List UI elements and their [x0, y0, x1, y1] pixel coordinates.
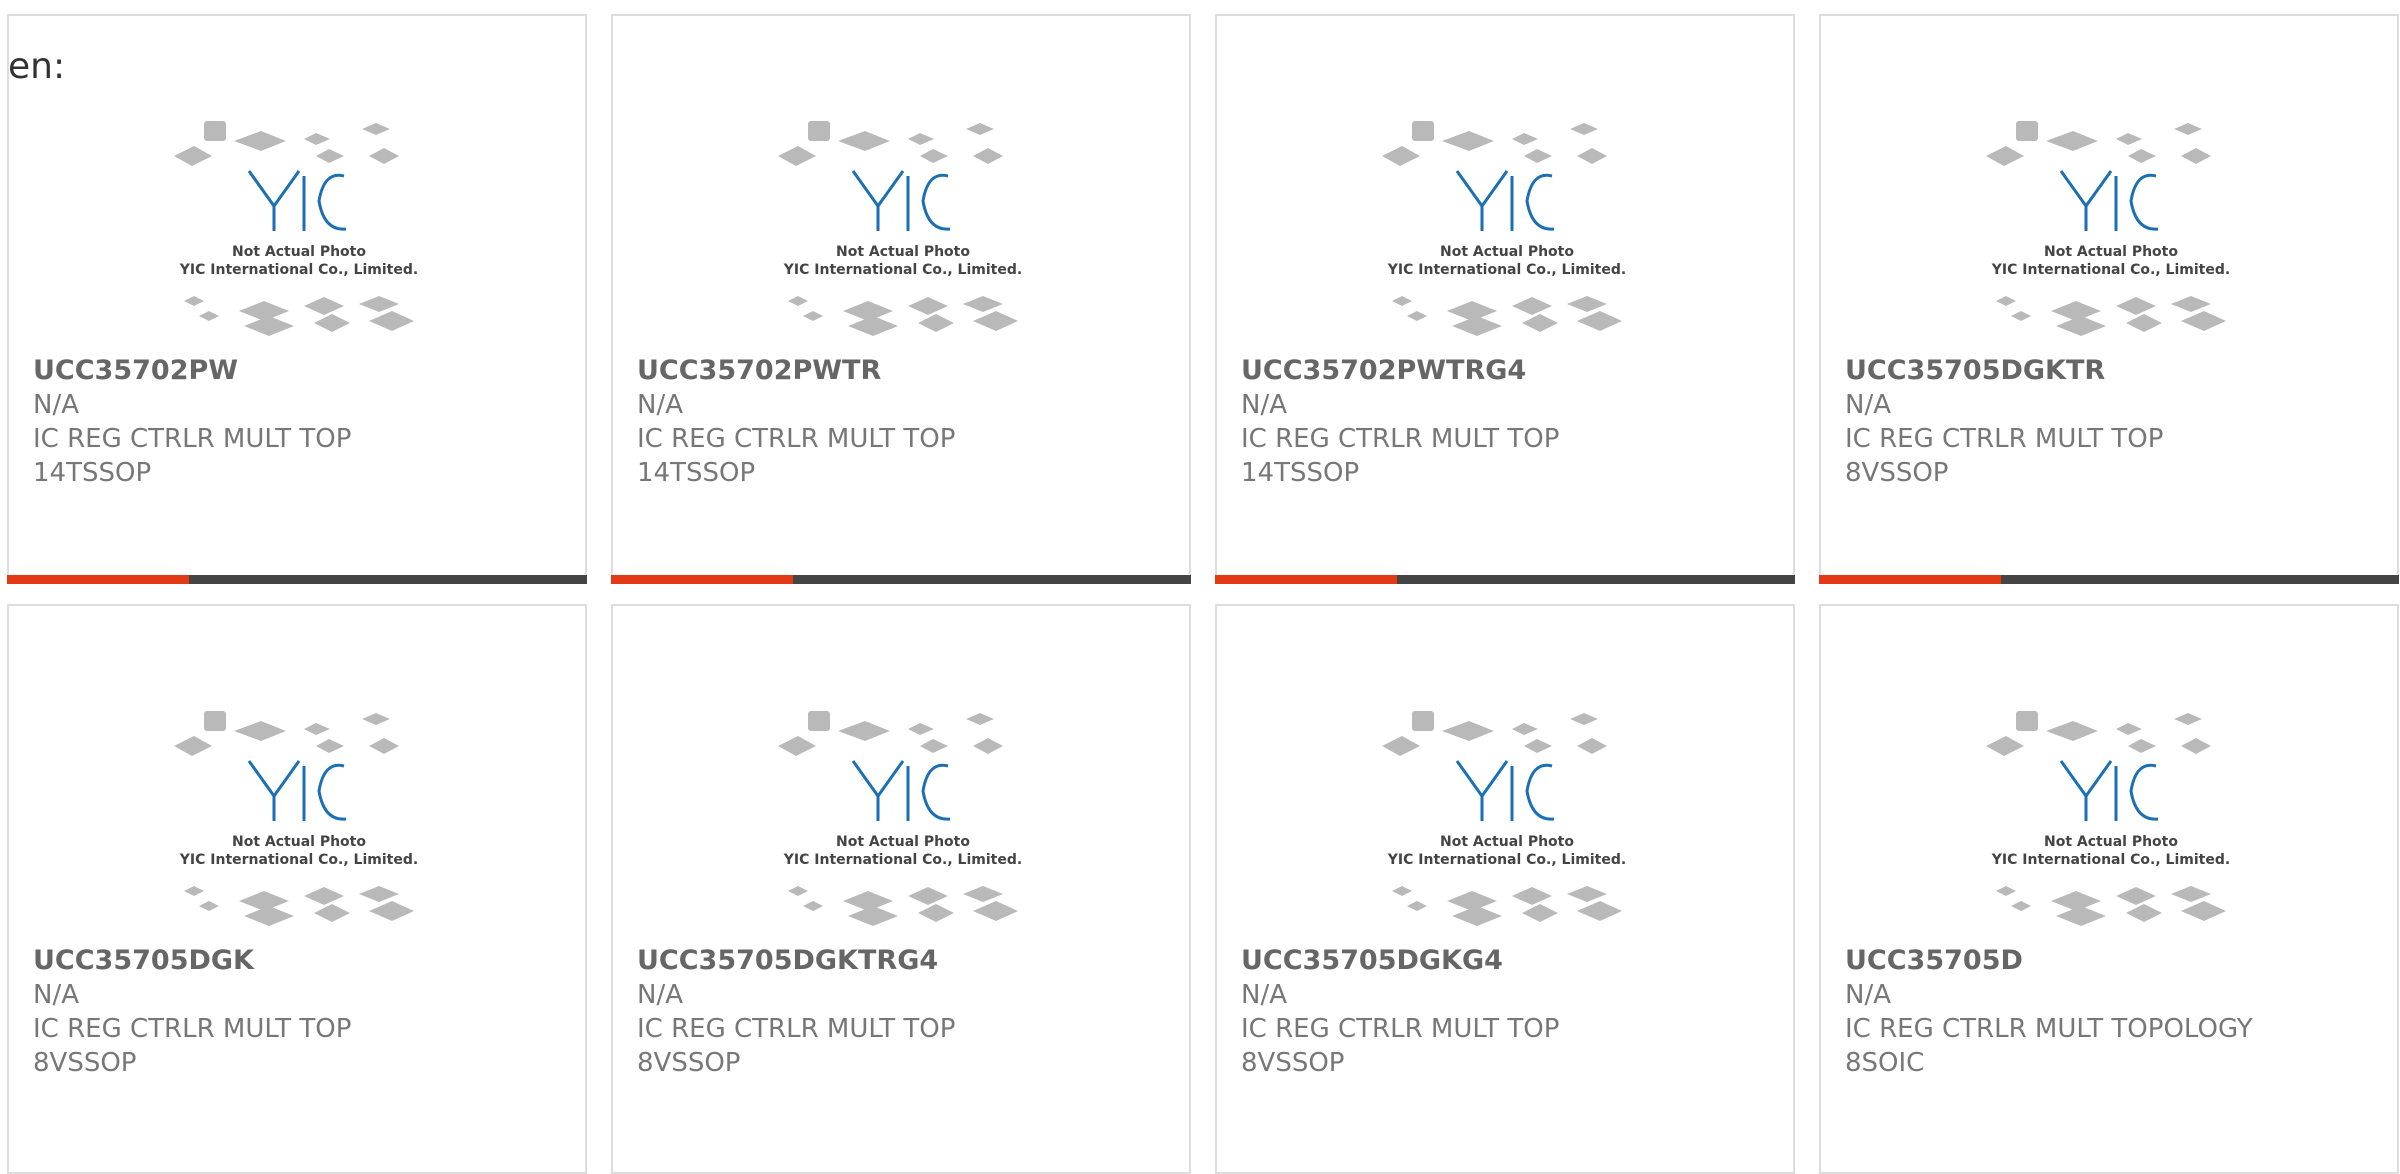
part-number-link[interactable]: UCC35705DGKTR	[1845, 354, 2387, 388]
product-placeholder-image: Not Actual Photo YIC International Co., …	[778, 711, 1022, 926]
description: IC REG CTRLR MULT TOPOLOGY	[1845, 1014, 2253, 1044]
not-actual-photo-caption: Not Actual Photo	[2044, 244, 2178, 260]
product-info: UCC35705DGK N/A IC REG CTRLR MULT TOP 8V…	[33, 944, 575, 1080]
part-number-link[interactable]: UCC35702PW	[33, 354, 575, 388]
product-placeholder-image: Not Actual Photo YIC International Co., …	[174, 121, 418, 336]
company-caption: YIC International Co., Limited.	[1991, 852, 2230, 868]
part-number-link[interactable]: UCC35705D	[1845, 944, 2387, 978]
part-number-link[interactable]: UCC35705DGK	[33, 944, 575, 978]
manufacturer: N/A	[637, 980, 683, 1010]
company-caption: YIC International Co., Limited.	[783, 852, 1022, 868]
manufacturer: N/A	[1845, 390, 1891, 420]
company-caption: YIC International Co., Limited.	[1991, 262, 2230, 278]
description: IC REG CTRLR MULT TOP	[637, 424, 956, 454]
description: IC REG CTRLR MULT TOP	[33, 424, 352, 454]
description: IC REG CTRLR MULT TOP	[1845, 424, 2164, 454]
manufacturer: N/A	[33, 980, 79, 1010]
manufacturer: N/A	[33, 390, 79, 420]
not-actual-photo-caption: Not Actual Photo	[1440, 834, 1574, 850]
card-accent-bar	[7, 575, 587, 584]
manufacturer: N/A	[1845, 980, 1891, 1010]
product-card[interactable]: Not Actual Photo YIC International Co., …	[7, 14, 587, 584]
company-caption: YIC International Co., Limited.	[1387, 262, 1626, 278]
company-caption: YIC International Co., Limited.	[783, 262, 1022, 278]
product-placeholder-image: Not Actual Photo YIC International Co., …	[1986, 121, 2230, 336]
part-number-link[interactable]: UCC35705DGKG4	[1241, 944, 1783, 978]
product-placeholder-image: Not Actual Photo YIC International Co., …	[778, 121, 1022, 336]
description: IC REG CTRLR MULT TOP	[1241, 1014, 1560, 1044]
product-info: UCC35705DGKTR N/A IC REG CTRLR MULT TOP …	[1845, 354, 2387, 490]
product-card[interactable]: Not Actual Photo YIC International Co., …	[611, 14, 1191, 584]
product-card[interactable]: Not Actual Photo YIC International Co., …	[1819, 604, 2399, 1174]
company-caption: YIC International Co., Limited.	[179, 262, 418, 278]
language-label: en:	[8, 46, 66, 87]
not-actual-photo-caption: Not Actual Photo	[836, 834, 970, 850]
manufacturer: N/A	[637, 390, 683, 420]
description: IC REG CTRLR MULT TOP	[33, 1014, 352, 1044]
product-info: UCC35705DGKTRG4 N/A IC REG CTRLR MULT TO…	[637, 944, 1179, 1080]
description: IC REG CTRLR MULT TOP	[1241, 424, 1560, 454]
package: 8VSSOP	[33, 1048, 137, 1078]
product-card[interactable]: Not Actual Photo YIC International Co., …	[1819, 14, 2399, 584]
manufacturer: N/A	[1241, 390, 1287, 420]
not-actual-photo-caption: Not Actual Photo	[836, 244, 970, 260]
manufacturer: N/A	[1241, 980, 1287, 1010]
card-accent-bar	[1215, 575, 1795, 584]
product-card[interactable]: Not Actual Photo YIC International Co., …	[611, 604, 1191, 1174]
product-info: UCC35702PWTRG4 N/A IC REG CTRLR MULT TOP…	[1241, 354, 1783, 490]
not-actual-photo-caption: Not Actual Photo	[1440, 244, 1574, 260]
product-card[interactable]: Not Actual Photo YIC International Co., …	[1215, 604, 1795, 1174]
package: 14TSSOP	[1241, 458, 1360, 488]
product-info: UCC35705D N/A IC REG CTRLR MULT TOPOLOGY…	[1845, 944, 2387, 1080]
product-placeholder-image: Not Actual Photo YIC International Co., …	[1382, 711, 1626, 926]
company-caption: YIC International Co., Limited.	[179, 852, 418, 868]
card-accent-bar	[1819, 575, 2399, 584]
part-number-link[interactable]: UCC35705DGKTRG4	[637, 944, 1179, 978]
card-accent-bar	[611, 575, 1191, 584]
product-placeholder-image: Not Actual Photo YIC International Co., …	[174, 711, 418, 926]
package: 8VSSOP	[637, 1048, 741, 1078]
package: 8VSSOP	[1845, 458, 1949, 488]
not-actual-photo-caption: Not Actual Photo	[232, 834, 366, 850]
not-actual-photo-caption: Not Actual Photo	[2044, 834, 2178, 850]
product-info: UCC35702PW N/A IC REG CTRLR MULT TOP 14T…	[33, 354, 575, 490]
part-number-link[interactable]: UCC35702PWTRG4	[1241, 354, 1783, 388]
package: 8SOIC	[1845, 1048, 1925, 1078]
product-placeholder-image: Not Actual Photo YIC International Co., …	[1382, 121, 1626, 336]
company-caption: YIC International Co., Limited.	[1387, 852, 1626, 868]
product-info: UCC35705DGKG4 N/A IC REG CTRLR MULT TOP …	[1241, 944, 1783, 1080]
description: IC REG CTRLR MULT TOP	[637, 1014, 956, 1044]
not-actual-photo-caption: Not Actual Photo	[232, 244, 366, 260]
product-card[interactable]: Not Actual Photo YIC International Co., …	[7, 604, 587, 1174]
product-grid: Not Actual Photo YIC International Co., …	[0, 0, 2400, 1174]
product-info: UCC35702PWTR N/A IC REG CTRLR MULT TOP 1…	[637, 354, 1179, 490]
product-card[interactable]: Not Actual Photo YIC International Co., …	[1215, 14, 1795, 584]
part-number-link[interactable]: UCC35702PWTR	[637, 354, 1179, 388]
package: 14TSSOP	[637, 458, 756, 488]
package: 8VSSOP	[1241, 1048, 1345, 1078]
package: 14TSSOP	[33, 458, 152, 488]
product-placeholder-image: Not Actual Photo YIC International Co., …	[1986, 711, 2230, 926]
